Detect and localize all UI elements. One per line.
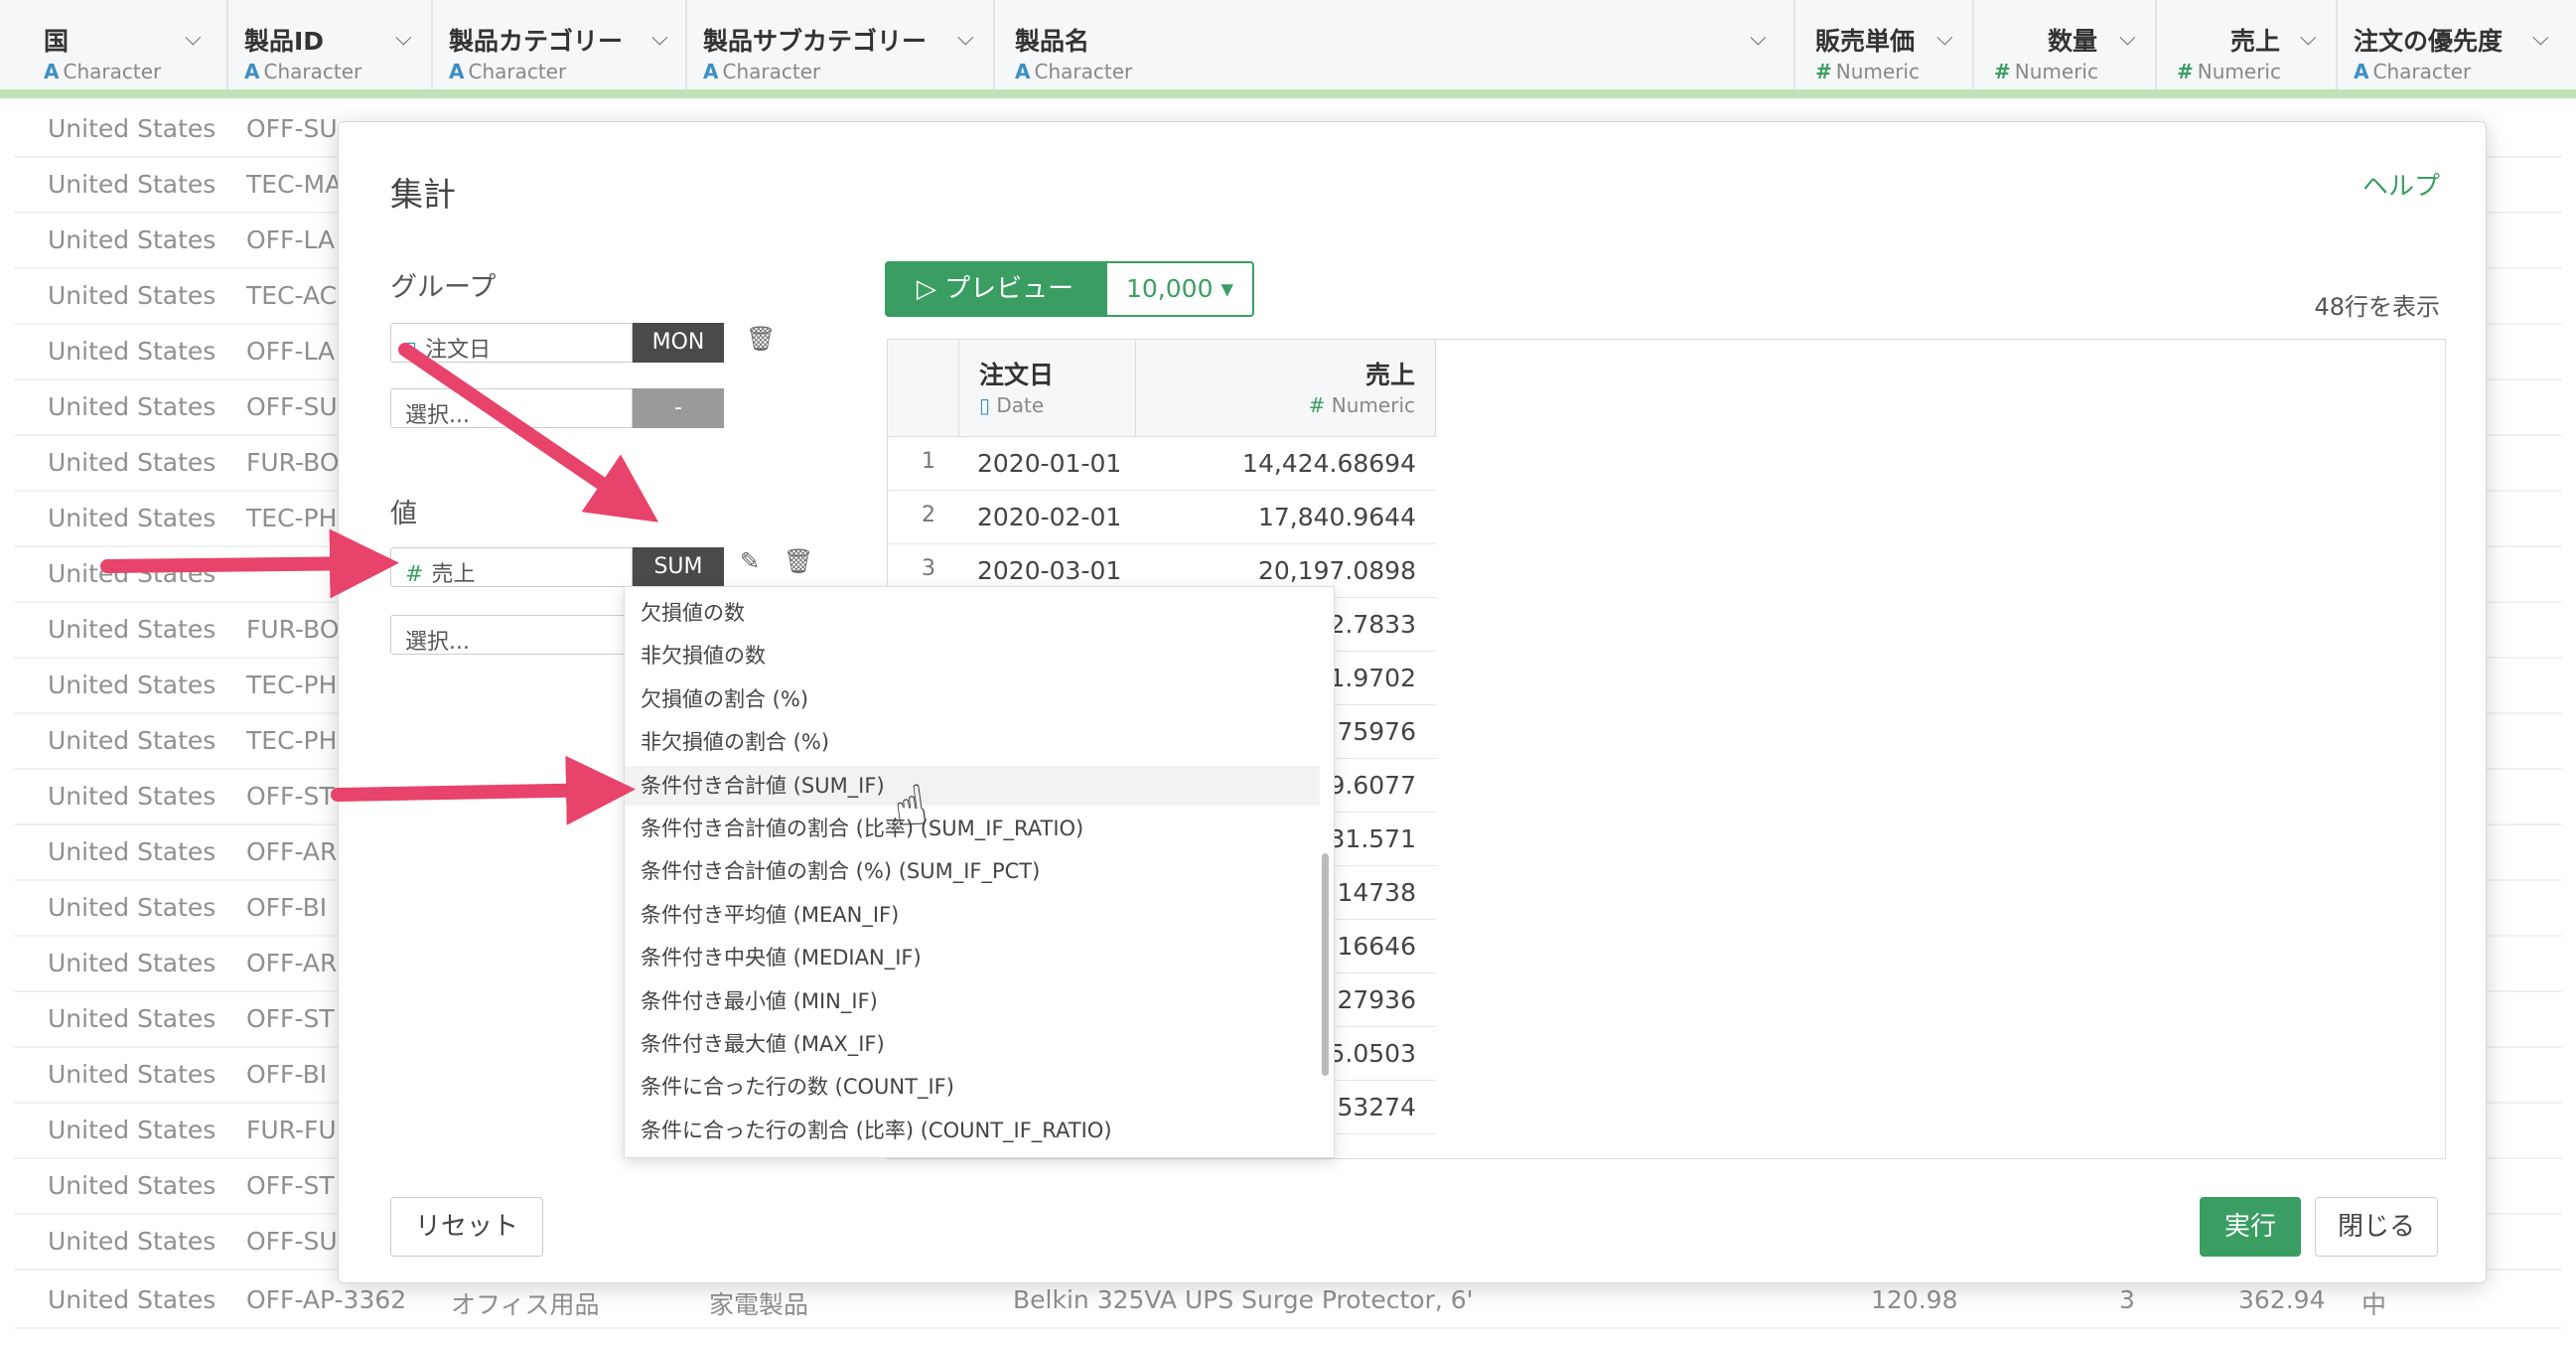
arrow-to-sum-if [331,755,636,825]
annotation-arrows [100,343,659,825]
arrow-to-group-function [398,343,659,523]
arrow-to-value-field [100,528,399,599]
